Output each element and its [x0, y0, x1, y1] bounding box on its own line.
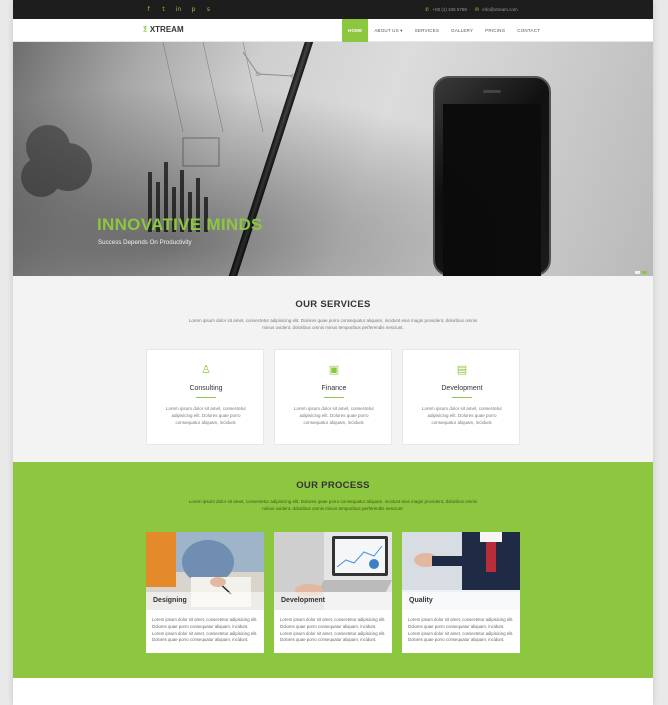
service-card-finance[interactable]: ▣ Finance Lorem ipsum dolor sit amet, co…: [274, 349, 392, 445]
process-label: Designing: [146, 592, 264, 610]
nav-pricing[interactable]: PRICING: [479, 19, 511, 42]
person-icon: ♙: [201, 363, 211, 376]
service-card-development[interactable]: ▤ Development Lorem ipsum dolor sit amet…: [402, 349, 520, 445]
nav-contact[interactable]: CONTACT: [511, 19, 546, 42]
phone-icon: ✆: [425, 6, 430, 13]
envelope-icon: ✉: [474, 6, 480, 13]
linkedin-icon[interactable]: in: [175, 6, 182, 13]
service-title: Development: [441, 385, 483, 392]
service-text: Lorem ipsum dolor sit amet, consectetur …: [421, 406, 503, 425]
title-underline: [452, 397, 472, 398]
title-underline: [196, 397, 216, 398]
process-section: OUR PROCESS Lorem ipsum dolor sit amet, …: [13, 462, 653, 678]
slider-dot[interactable]: [635, 271, 640, 274]
email-address: info@xtream.com: [482, 6, 518, 12]
briefcase-icon: ▣: [328, 363, 340, 376]
services-description: Lorem ipsum dolor sit amet, consectetur …: [188, 318, 478, 330]
top-bar: f t in p s ✆ +00 (1) 345 6789 ✉ info@xtr…: [13, 0, 653, 19]
service-text: Lorem ipsum dolor sit amet, consectetur …: [293, 406, 375, 425]
hero-title: INNOVATIVE MINDS: [97, 215, 263, 234]
contact-info: ✆ +00 (1) 345 6789 ✉ info@xtream.com: [425, 0, 518, 19]
process-card-development[interactable]: Development Lorem ipsum dolor sit amet, …: [274, 532, 392, 653]
nav-gallery[interactable]: GALLERY: [445, 19, 479, 42]
process-text: Lorem ipsum dolor sit amet, consectetur …: [152, 617, 258, 643]
twitter-icon[interactable]: t: [160, 6, 167, 13]
main-nav: HOME ABOUT US ▾ SERVICES GALLERY PRICING…: [342, 19, 546, 42]
logo-text: XTREAM: [149, 25, 184, 34]
process-card-quality[interactable]: Quality Lorem ipsum dolor sit amet, cons…: [402, 532, 520, 653]
logo-mark-icon: Ⲝ: [143, 25, 147, 33]
pinterest-icon[interactable]: p: [190, 6, 197, 13]
page: f t in p s ✆ +00 (1) 345 6789 ✉ info@xtr…: [13, 0, 653, 705]
skype-icon[interactable]: s: [205, 6, 212, 13]
next-section: [13, 678, 653, 705]
email-contact[interactable]: ✉ info@xtream.com: [475, 7, 518, 13]
process-text: Lorem ipsum dolor sit amet, consectetur …: [408, 617, 514, 643]
services-section: OUR SERVICES Lorem ipsum dolor sit amet,…: [13, 276, 653, 462]
service-card-consulting[interactable]: ♙ Consulting Lorem ipsum dolor sit amet,…: [146, 349, 264, 445]
title-underline: [324, 397, 344, 398]
nav-about-us[interactable]: ABOUT US ▾: [368, 19, 408, 42]
social-links: f t in p s: [145, 0, 212, 19]
service-title: Finance: [321, 385, 347, 392]
process-label: Development: [274, 592, 392, 610]
phone-contact[interactable]: ✆ +00 (1) 345 6789: [425, 7, 467, 13]
devices-icon: ▤: [456, 363, 468, 376]
nav-services[interactable]: SERVICES: [409, 19, 445, 42]
nav-home[interactable]: HOME: [342, 19, 369, 42]
slider-dot-active[interactable]: [642, 271, 647, 274]
phone-number: +00 (1) 345 6789: [432, 6, 467, 12]
site-header: Ⲝ XTREAM HOME ABOUT US ▾ SERVICES GALLER…: [13, 19, 653, 42]
service-title: Consulting: [189, 385, 223, 392]
logo[interactable]: Ⲝ XTREAM: [143, 25, 184, 34]
services-title: OUR SERVICES: [295, 299, 371, 310]
hero-subtitle: Success Depends On Productivity: [98, 239, 192, 246]
hero-slider: INNOVATIVE MINDS Success Depends On Prod…: [13, 42, 653, 276]
service-text: Lorem ipsum dolor sit amet, consectetur …: [165, 406, 247, 425]
facebook-icon[interactable]: f: [145, 6, 152, 13]
process-label: Quality: [402, 592, 520, 610]
slider-dots: [635, 271, 647, 274]
process-card-designing[interactable]: Designing Lorem ipsum dolor sit amet, co…: [146, 532, 264, 653]
process-description: Lorem ipsum dolor sit amet, consectetur …: [188, 499, 478, 511]
process-text: Lorem ipsum dolor sit amet, consectetur …: [280, 617, 386, 643]
process-title: OUR PROCESS: [296, 480, 370, 491]
